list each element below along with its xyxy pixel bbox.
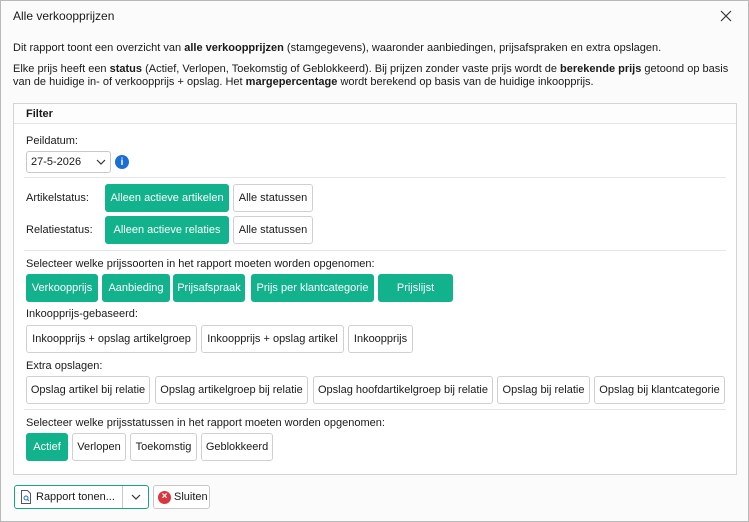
window-title: Alle verkoopprijzen	[13, 9, 115, 23]
peildatum-value: 27-5-2026	[31, 156, 82, 168]
peildatum-date-picker[interactable]: 27-5-2026	[26, 151, 111, 173]
inkoopprijs-button[interactable]: Inkoopprijs	[348, 325, 413, 353]
status-geblokkeerd-button[interactable]: Geblokkeerd	[201, 433, 273, 461]
inkoop-opslag-artikelgroep-button[interactable]: Inkoopprijs + opslag artikelgroep	[26, 325, 197, 353]
prijssoorten-label: Selecteer welke prijssoorten in het rapp…	[26, 258, 375, 270]
artikelstatus-all-button[interactable]: Alle statussen	[233, 184, 313, 212]
prijssoort-prijslijst-button[interactable]: Prijslijst	[378, 274, 453, 302]
artikelstatus-label: Artikelstatus:	[26, 192, 89, 204]
report-split-button: Rapport tonen...	[14, 485, 149, 509]
prijssoort-verkoopprijs-button[interactable]: Verkoopprijs	[26, 274, 98, 302]
info-icon[interactable]: i	[115, 155, 129, 169]
extra-opslagen-label: Extra opslagen:	[26, 360, 103, 372]
intro-paragraph-1: Dit rapport toont een overzicht van alle…	[13, 42, 662, 54]
opslag-artikel-relatie-button[interactable]: Opslag artikel bij relatie	[26, 376, 150, 404]
chevron-down-icon	[96, 159, 106, 165]
cancel-icon: ×	[158, 490, 171, 504]
inkoop-opslag-artikel-button[interactable]: Inkoopprijs + opslag artikel	[201, 325, 344, 353]
status-verlopen-button[interactable]: Verlopen	[72, 433, 126, 461]
close-button-label: Sluiten	[174, 491, 208, 503]
divider	[24, 250, 726, 251]
status-toekomstig-button[interactable]: Toekomstig	[130, 433, 197, 461]
intro-text: Dit rapport toont een overzicht van alle…	[13, 42, 733, 89]
report-document-icon	[21, 490, 31, 504]
prijssoort-prijsafspraak-button[interactable]: Prijsafspraak	[173, 274, 245, 302]
close-window-button[interactable]	[714, 5, 738, 27]
opslag-artikelgroep-relatie-button[interactable]: Opslag artikelgroep bij relatie	[155, 376, 308, 404]
filter-panel: Filter Peildatum: 27-5-2026 i Artikelsta…	[13, 103, 737, 475]
report-dialog: Alle verkoopprijzen Dit rapport toont ee…	[0, 0, 749, 522]
divider	[24, 177, 726, 178]
relatiestatus-label: Relatiestatus:	[26, 224, 93, 236]
prijssoort-klantcategorie-button[interactable]: Prijs per klantcategorie	[251, 274, 374, 302]
close-icon	[720, 10, 732, 22]
title-bar: Alle verkoopprijzen	[1, 1, 748, 31]
prijsstatussen-label: Selecteer welke prijsstatussen in het ra…	[26, 417, 385, 429]
filter-header: Filter	[14, 104, 736, 124]
peildatum-label: Peildatum:	[26, 135, 78, 147]
inkoop-label: Inkoopprijs-gebaseerd:	[26, 308, 138, 320]
show-report-label: Rapport tonen...	[36, 491, 115, 503]
opslag-hoofdartikelgroep-relatie-button[interactable]: Opslag hoofdartikelgroep bij relatie	[313, 376, 493, 404]
relatiestatus-active-only-button[interactable]: Alleen actieve relaties	[105, 216, 229, 244]
chevron-down-icon	[131, 494, 140, 500]
status-actief-button[interactable]: Actief	[26, 433, 68, 461]
prijssoort-aanbieding-button[interactable]: Aanbieding	[102, 274, 170, 302]
intro-paragraph-2: Elke prijs heeft een status (Actief, Ver…	[13, 63, 729, 88]
close-button[interactable]: × Sluiten	[153, 485, 210, 509]
opslag-relatie-button[interactable]: Opslag bij relatie	[497, 376, 590, 404]
opslag-klantcategorie-button[interactable]: Opslag bij klantcategorie	[594, 376, 725, 404]
report-options-dropdown[interactable]	[122, 486, 148, 508]
relatiestatus-all-button[interactable]: Alle statussen	[233, 216, 313, 244]
show-report-button[interactable]: Rapport tonen...	[15, 486, 122, 508]
divider	[24, 409, 726, 410]
artikelstatus-active-only-button[interactable]: Alleen actieve artikelen	[105, 184, 229, 212]
